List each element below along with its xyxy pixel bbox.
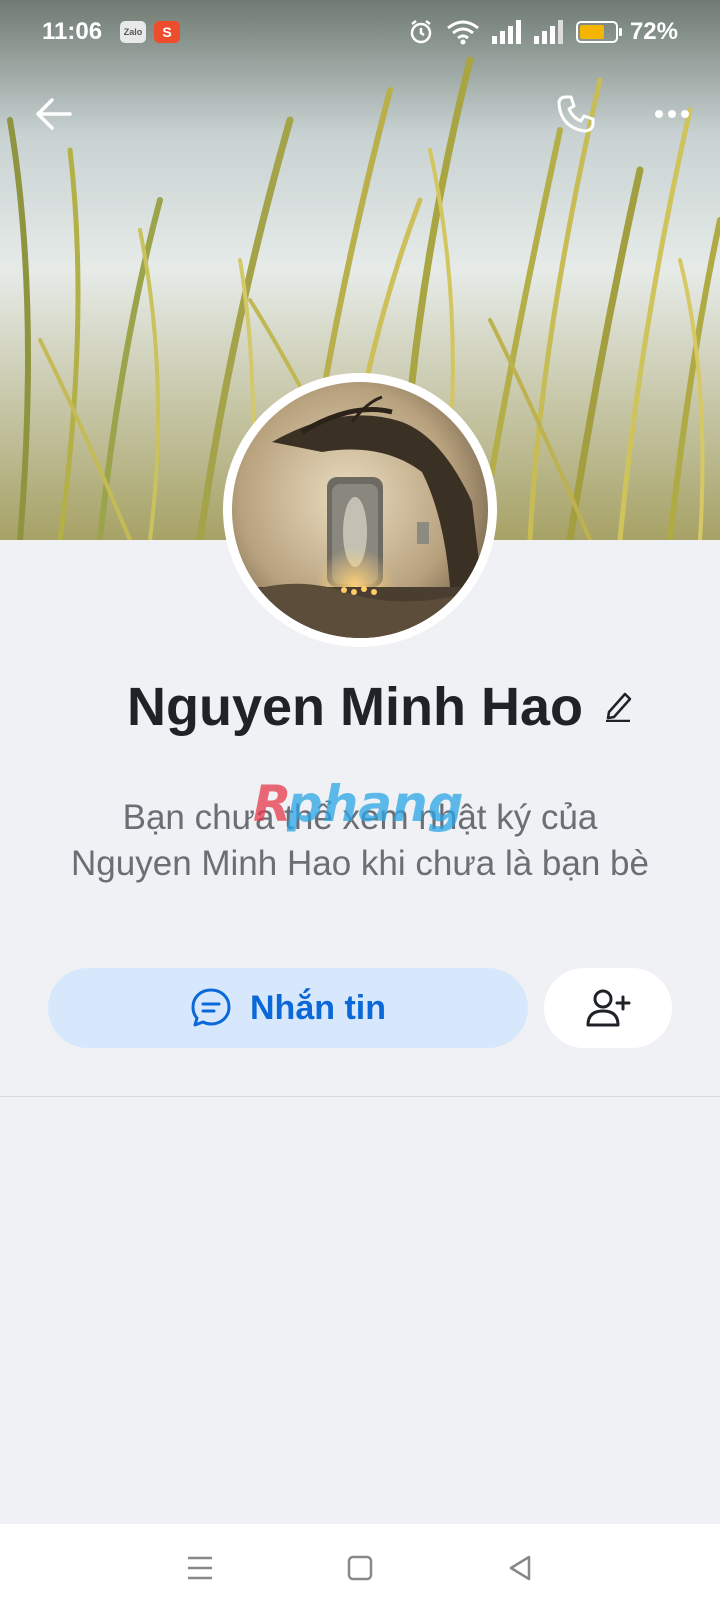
recent-apps-button[interactable] <box>170 1538 230 1598</box>
phone-icon <box>557 95 595 133</box>
pencil-icon <box>606 692 632 722</box>
wifi-icon <box>447 20 479 45</box>
message-button[interactable]: Nhắn tin <box>48 968 528 1048</box>
top-nav <box>0 80 720 140</box>
arrow-left-icon <box>36 98 72 130</box>
square-home-icon <box>347 1555 373 1581</box>
back-button[interactable] <box>30 90 78 138</box>
back-system-button[interactable] <box>490 1538 550 1598</box>
signal-icon-2 <box>533 20 563 44</box>
message-button-label: Nhắn tin <box>250 988 386 1027</box>
section-divider <box>0 1096 720 1097</box>
shopee-notification-icon: S <box>154 21 181 43</box>
menu-lines-icon <box>188 1556 212 1580</box>
add-user-icon <box>586 989 631 1027</box>
edit-name-button[interactable] <box>603 688 633 727</box>
system-nav-bar <box>0 1524 720 1612</box>
chat-bubble-icon <box>191 988 231 1027</box>
profile-name: Nguyen Minh Hao <box>127 677 583 737</box>
more-dots-icon <box>655 110 689 118</box>
triangle-back-icon <box>509 1555 531 1581</box>
restricted-diary-notice: Bạn chưa thể xem nhật ký của Nguyen Minh… <box>71 798 649 883</box>
zalo-notification-icon: Zalo <box>120 21 147 43</box>
avatar[interactable] <box>232 382 488 638</box>
avatar-image <box>232 382 488 638</box>
battery-fill <box>579 25 605 39</box>
status-bar: 11:06 Zalo S 72% <box>0 0 720 64</box>
battery-icon <box>575 21 622 43</box>
alarm-icon <box>410 20 432 44</box>
status-time: 11:06 <box>42 18 103 45</box>
signal-icon <box>491 20 521 44</box>
home-button[interactable] <box>330 1538 390 1598</box>
more-button[interactable] <box>648 90 696 138</box>
add-friend-button[interactable] <box>544 968 672 1048</box>
profile-name-row: Nguyen Minh Hao <box>0 672 720 742</box>
call-button[interactable] <box>552 90 600 138</box>
battery-percent: 72% <box>629 18 678 45</box>
